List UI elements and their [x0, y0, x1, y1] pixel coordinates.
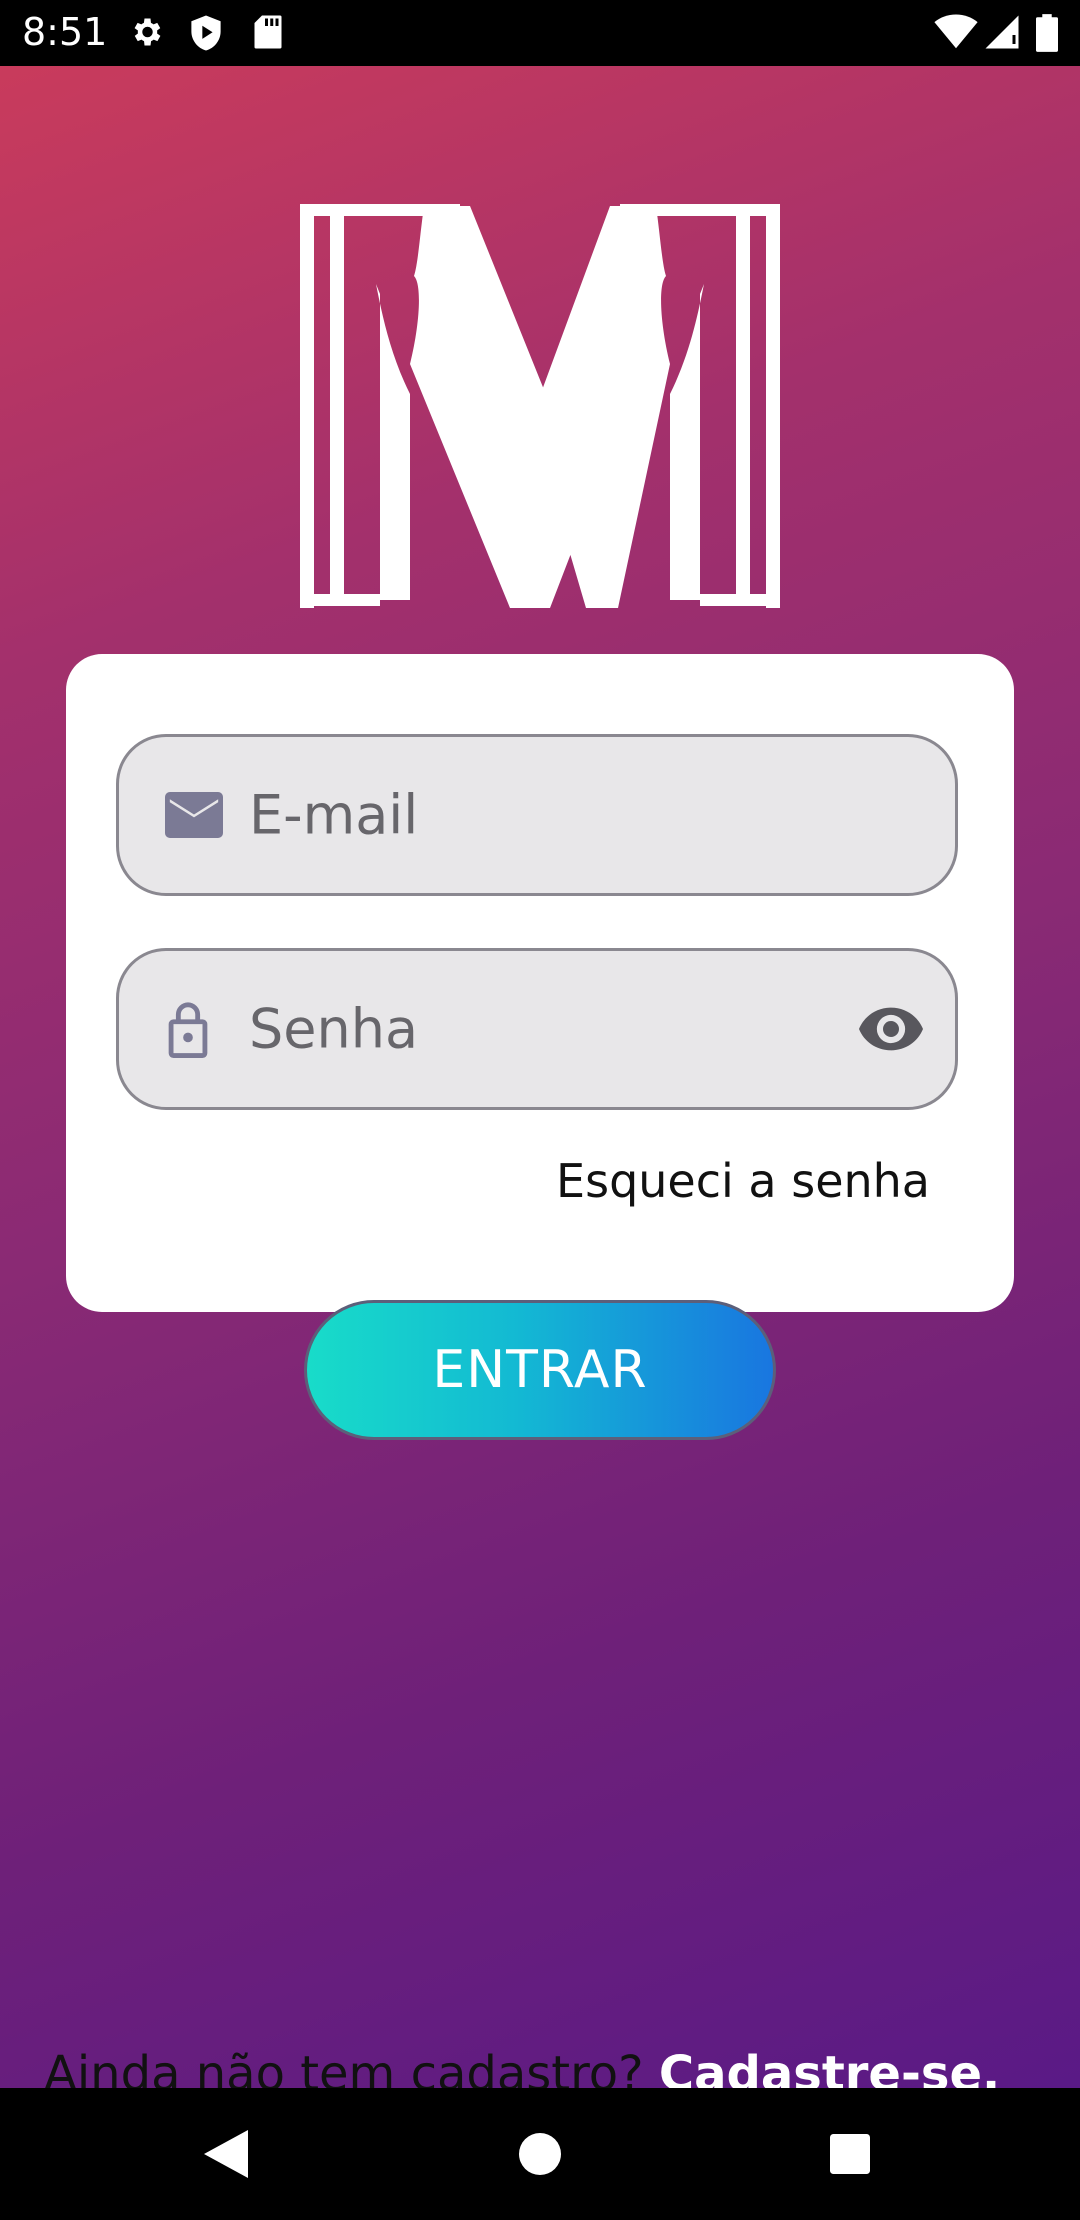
shield-play-icon	[191, 15, 221, 51]
envelope-icon	[165, 792, 223, 838]
gear-icon	[134, 18, 161, 46]
navigation-bar	[0, 2088, 1080, 2220]
wifi-icon	[934, 14, 978, 49]
sd-card-icon	[254, 15, 282, 49]
cell-signal-icon	[985, 15, 1019, 49]
forgot-password-link[interactable]: Esqueci a senha	[556, 1154, 930, 1208]
recents-square-icon[interactable]	[830, 2134, 870, 2174]
status-time: 8:51	[22, 10, 108, 54]
home-circle-icon[interactable]	[519, 2133, 561, 2175]
lock-icon	[168, 1002, 208, 1058]
login-card: Esqueci a senha	[66, 654, 1014, 1312]
login-button[interactable]: ENTRAR	[304, 1300, 776, 1440]
password-field[interactable]	[116, 948, 958, 1110]
app-logo	[300, 204, 780, 608]
password-input[interactable]	[247, 996, 811, 1062]
battery-icon	[1036, 14, 1058, 52]
email-field[interactable]	[116, 734, 958, 896]
email-input[interactable]	[247, 782, 811, 848]
back-triangle-icon[interactable]	[204, 2130, 248, 2178]
status-bar: 8:51	[0, 0, 1080, 66]
eye-icon[interactable]	[859, 1007, 923, 1051]
login-screen: Esqueci a senha ENTRAR Ainda não tem cad…	[0, 66, 1080, 2102]
